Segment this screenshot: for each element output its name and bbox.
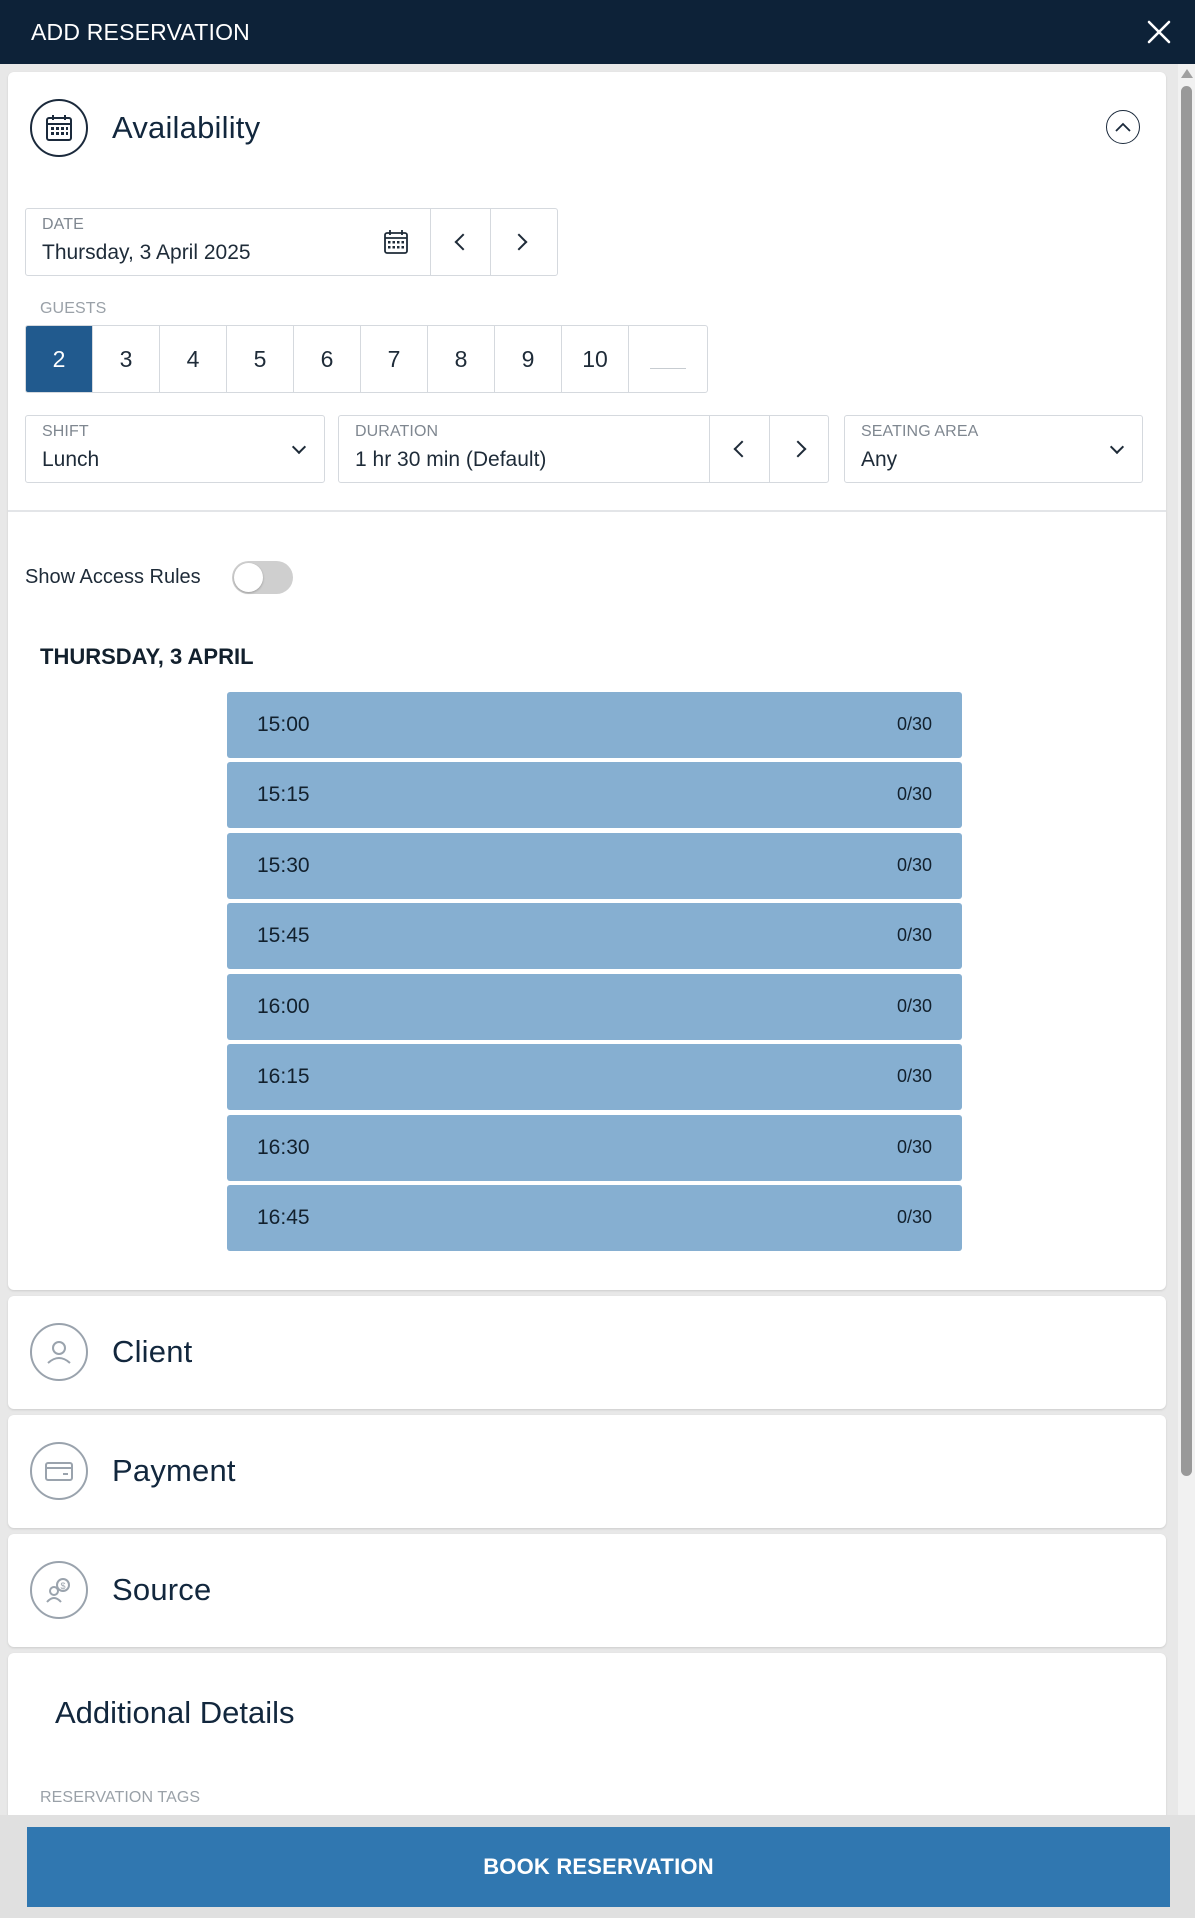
- toggle-knob: [234, 563, 263, 592]
- chevron-right-icon: [789, 440, 806, 458]
- slot-time: 16:00: [257, 995, 310, 1018]
- svg-text:$: $: [61, 1581, 66, 1591]
- slot-time: 15:30: [257, 854, 310, 877]
- scrollbar-thumb[interactable]: [1181, 86, 1192, 1476]
- guest-option[interactable]: 4: [160, 326, 227, 392]
- date-field[interactable]: DATE Thursday, 3 April 2025: [25, 208, 558, 276]
- additional-details-card: Additional Details RESERVATION TAGS: [8, 1653, 1166, 1815]
- date-next-button[interactable]: [490, 209, 550, 275]
- seating-area-select[interactable]: SEATING AREA Any: [844, 415, 1143, 483]
- slot-count: 0/30: [896, 1207, 932, 1227]
- calendar-picker-icon[interactable]: [383, 229, 409, 260]
- book-reservation-button[interactable]: BOOK RESERVATION: [27, 1827, 1170, 1907]
- card-icon: [30, 1442, 88, 1500]
- dialog-title: ADD RESERVATION: [31, 18, 250, 45]
- availability-card: Availability DATE Thursday, 3 April 2025: [8, 72, 1166, 1290]
- duration-increase-button[interactable]: [769, 416, 829, 482]
- scrollbar[interactable]: [1178, 64, 1195, 1815]
- slot-count: 0/30: [896, 855, 932, 875]
- time-slot[interactable]: 15:30 0/30: [227, 833, 962, 899]
- date-label: DATE: [42, 216, 84, 233]
- guest-option[interactable]: 7: [361, 326, 428, 392]
- availability-title: Availability: [112, 110, 261, 145]
- custom-guests-input[interactable]: [629, 326, 707, 392]
- client-card[interactable]: Client: [8, 1296, 1166, 1409]
- time-slot[interactable]: 15:15 0/30: [227, 762, 962, 828]
- dialog-header: ADD RESERVATION: [0, 0, 1195, 64]
- dialog-content[interactable]: Availability DATE Thursday, 3 April 2025: [0, 64, 1178, 1815]
- time-slot[interactable]: 16:15 0/30: [227, 1044, 962, 1110]
- access-rules-toggle[interactable]: [232, 561, 293, 594]
- slot-time: 15:45: [257, 924, 310, 947]
- divider: [8, 510, 1166, 512]
- slot-count: 0/30: [896, 784, 932, 804]
- calendar-icon: [30, 99, 88, 157]
- chevron-down-icon: [291, 439, 307, 455]
- guests-selector: 2 3 4 5 6 7 8 9 10: [25, 325, 708, 393]
- slot-count: 0/30: [896, 1066, 932, 1086]
- guest-option[interactable]: 8: [428, 326, 495, 392]
- time-slot[interactable]: 16:00 0/30: [227, 974, 962, 1040]
- slot-count: 0/30: [896, 714, 932, 734]
- time-slot[interactable]: 16:45 0/30: [227, 1185, 962, 1251]
- scroll-up-icon[interactable]: [1181, 69, 1193, 78]
- slot-time: 16:45: [257, 1206, 310, 1229]
- guests-label: GUESTS: [40, 300, 107, 317]
- guest-option[interactable]: 10: [562, 326, 629, 392]
- payment-card[interactable]: Payment: [8, 1415, 1166, 1528]
- chevron-right-icon: [510, 233, 527, 251]
- chevron-left-icon: [733, 440, 750, 458]
- additional-details-title: Additional Details: [55, 1695, 295, 1730]
- time-slot[interactable]: 15:45 0/30: [227, 903, 962, 969]
- date-value: Thursday, 3 April 2025: [42, 241, 251, 264]
- guest-option[interactable]: 3: [93, 326, 160, 392]
- slot-count: 0/30: [896, 1137, 932, 1157]
- shift-select[interactable]: SHIFT Lunch: [25, 415, 325, 483]
- client-title: Client: [112, 1334, 193, 1369]
- date-prev-button[interactable]: [430, 209, 490, 275]
- slot-count: 0/30: [896, 996, 932, 1016]
- seating-area-label: SEATING AREA: [861, 423, 979, 440]
- duration-value: 1 hr 30 min (Default): [355, 448, 547, 471]
- duration-label: DURATION: [355, 423, 439, 440]
- source-title: Source: [112, 1572, 212, 1607]
- source-icon: $: [30, 1561, 88, 1619]
- slot-time: 15:00: [257, 713, 310, 736]
- seating-area-value: Any: [861, 448, 898, 471]
- payment-title: Payment: [112, 1453, 236, 1488]
- slot-time: 15:15: [257, 783, 310, 806]
- duration-decrease-button[interactable]: [709, 416, 769, 482]
- availability-header[interactable]: Availability: [30, 99, 260, 157]
- slot-time: 16:15: [257, 1065, 310, 1088]
- time-slot[interactable]: 16:30 0/30: [227, 1115, 962, 1181]
- slot-time: 16:30: [257, 1136, 310, 1159]
- slot-count: 0/30: [896, 925, 932, 945]
- reservation-tags-label: RESERVATION TAGS: [40, 1789, 201, 1806]
- dialog-footer: BOOK RESERVATION: [0, 1815, 1195, 1918]
- shift-value: Lunch: [42, 448, 100, 471]
- time-slot[interactable]: 15:00 0/30: [227, 692, 962, 758]
- chevron-down-icon: [1109, 439, 1125, 455]
- chevron-left-icon: [454, 233, 471, 251]
- access-rules-label: Show Access Rules: [25, 566, 201, 588]
- guest-option[interactable]: 6: [294, 326, 361, 392]
- day-heading: THURSDAY, 3 APRIL: [40, 644, 254, 669]
- close-icon[interactable]: [1141, 14, 1177, 50]
- source-card[interactable]: $ Source: [8, 1534, 1166, 1647]
- duration-field[interactable]: DURATION 1 hr 30 min (Default): [338, 415, 829, 483]
- guest-option[interactable]: 2: [26, 326, 93, 392]
- guest-option[interactable]: 5: [227, 326, 294, 392]
- chevron-up-icon[interactable]: [1106, 110, 1140, 144]
- shift-label: SHIFT: [42, 423, 89, 440]
- guest-option[interactable]: 9: [495, 326, 562, 392]
- user-icon: [30, 1323, 88, 1381]
